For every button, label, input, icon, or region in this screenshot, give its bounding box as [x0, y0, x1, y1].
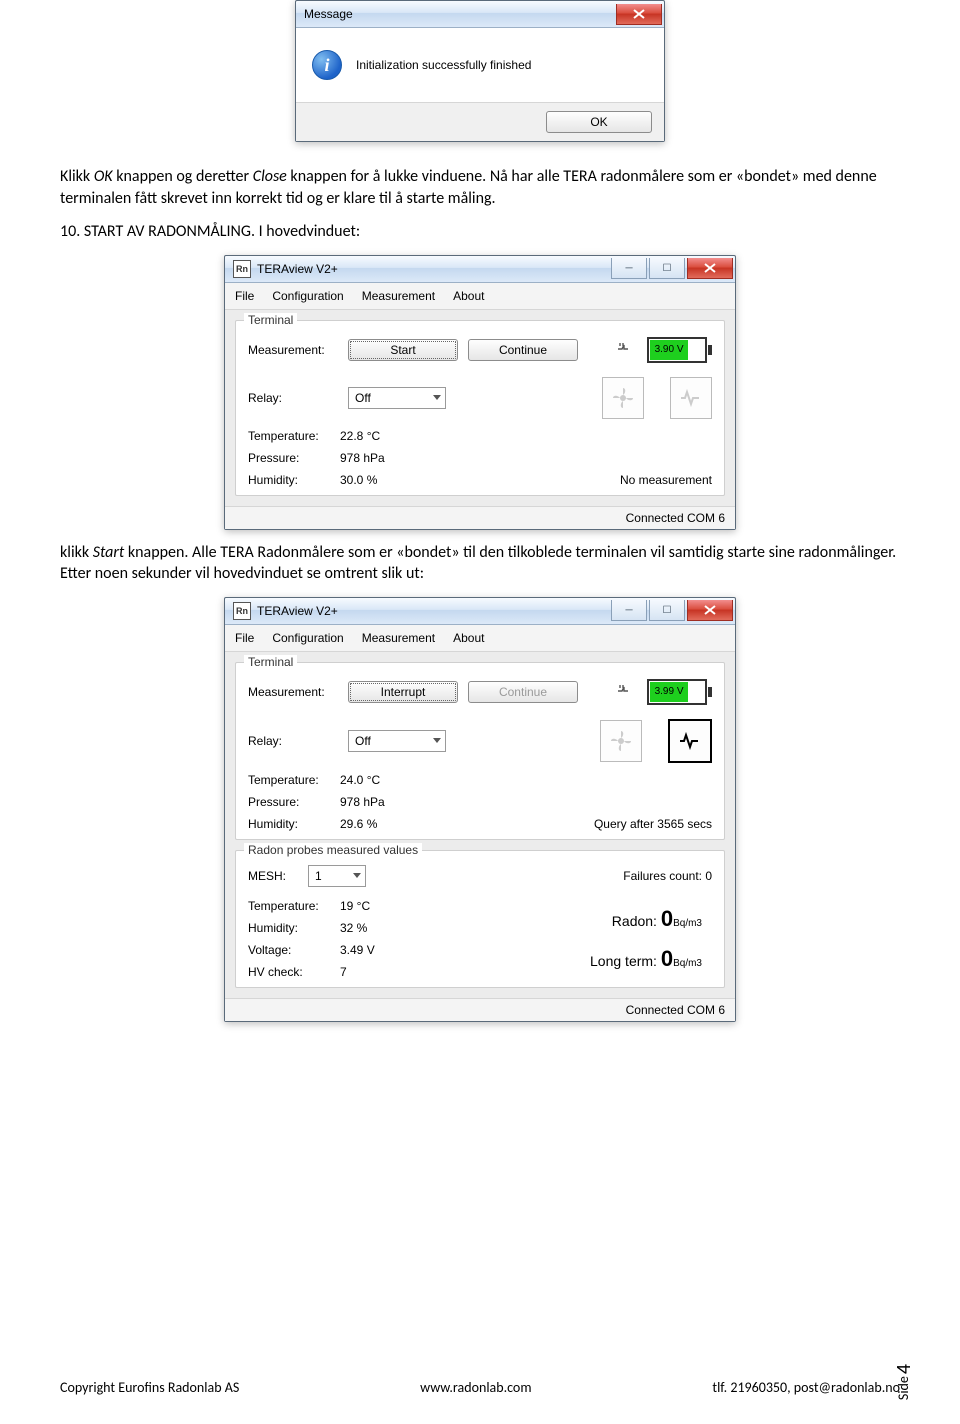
charger-icon: [615, 339, 633, 360]
group-legend-terminal: Terminal: [244, 313, 297, 327]
battery-indicator: 3.99 V: [647, 679, 712, 705]
label-relay: Relay:: [248, 391, 338, 405]
value-humidity: 29.6 %: [340, 817, 385, 831]
ok-button[interactable]: OK: [546, 111, 652, 133]
failures-count: Failures count: 0: [623, 869, 712, 883]
menu-configuration[interactable]: Configuration: [272, 289, 343, 303]
app-icon: Rn: [233, 260, 251, 278]
label-pressure: Pressure:: [248, 451, 340, 465]
label-temperature: Temperature:: [248, 773, 340, 787]
statusbar: Connected COM 6: [225, 506, 735, 529]
charger-icon: [615, 681, 633, 702]
page-footer: Copyright Eurofins Radonlab AS www.radon…: [60, 1379, 900, 1396]
footer-contact: tlf. 21960350, post@radonlab.no: [712, 1379, 900, 1396]
pulse-icon: [670, 377, 712, 419]
value-probe-hv: 7: [340, 965, 375, 979]
window-title: TERAview V2+: [257, 262, 338, 276]
teraview-window-1: Rn TERAview V2+ ─ ☐ File Configuration M…: [224, 255, 736, 530]
label-voltage: Voltage:: [248, 943, 340, 957]
value-probe-temp: 19 °C: [340, 899, 375, 913]
label-mesh: MESH:: [248, 869, 308, 883]
info-icon: i: [312, 50, 342, 80]
paragraph: 10. START AV RADONMÅLING. I hovedvinduet…: [60, 221, 900, 243]
label-measurement: Measurement:: [248, 343, 338, 357]
label-hvcheck: HV check:: [248, 965, 340, 979]
minimize-icon[interactable]: ─: [611, 600, 647, 621]
radon-value: Radon: 0Bq/m3: [612, 906, 702, 932]
paragraph: klikk Start knappen. Alle TERA Radonmåle…: [60, 542, 900, 585]
titlebar[interactable]: Rn TERAview V2+ ─ ☐: [225, 598, 735, 625]
maximize-icon[interactable]: ☐: [649, 258, 685, 279]
menu-about[interactable]: About: [453, 631, 484, 645]
value-probe-volt: 3.49 V: [340, 943, 375, 957]
label-humidity: Humidity:: [248, 473, 340, 487]
label-relay: Relay:: [248, 734, 338, 748]
menu-configuration[interactable]: Configuration: [272, 631, 343, 645]
group-legend-probes: Radon probes measured values: [244, 843, 422, 857]
message-dialog: Message i Initialization successfully fi…: [295, 0, 665, 142]
status-no-measurement: No measurement: [620, 473, 712, 487]
label-pressure: Pressure:: [248, 795, 340, 809]
value-humidity: 30.0 %: [340, 473, 385, 487]
dialog-title: Message: [304, 7, 353, 21]
close-icon[interactable]: [687, 258, 733, 279]
continue-button: Continue: [468, 681, 578, 703]
teraview-window-2: Rn TERAview V2+ ─ ☐ File Configuration M…: [224, 597, 736, 1022]
titlebar[interactable]: Rn TERAview V2+ ─ ☐: [225, 256, 735, 283]
mesh-select[interactable]: 1: [308, 865, 366, 887]
relay-select[interactable]: Off: [348, 730, 446, 752]
footer-copyright: Copyright Eurofins Radonlab AS: [60, 1379, 239, 1396]
label-measurement: Measurement:: [248, 685, 338, 699]
chevron-down-icon: [433, 738, 441, 743]
menubar: File Configuration Measurement About: [225, 283, 735, 310]
longterm-value: Long term: 0Bq/m3: [590, 946, 702, 972]
maximize-icon[interactable]: ☐: [649, 600, 685, 621]
pulse-icon: [668, 719, 712, 763]
chevron-down-icon: [433, 395, 441, 400]
value-temperature: 22.8 °C: [340, 429, 385, 443]
menu-file[interactable]: File: [235, 289, 254, 303]
close-icon[interactable]: [687, 600, 733, 621]
menu-measurement[interactable]: Measurement: [362, 289, 435, 303]
start-button[interactable]: Start: [348, 339, 458, 361]
label-temperature: Temperature:: [248, 429, 340, 443]
chevron-down-icon: [353, 873, 361, 878]
menu-measurement[interactable]: Measurement: [362, 631, 435, 645]
continue-button[interactable]: Continue: [468, 339, 578, 361]
menu-about[interactable]: About: [453, 289, 484, 303]
group-legend-terminal: Terminal: [244, 655, 297, 669]
value-temperature: 24.0 °C: [340, 773, 385, 787]
statusbar: Connected COM 6: [225, 998, 735, 1021]
minimize-icon[interactable]: ─: [611, 258, 647, 279]
paragraph: Klikk OK knappen og deretter Close knapp…: [60, 166, 900, 209]
label-temperature: Temperature:: [248, 899, 340, 913]
app-icon: Rn: [233, 602, 251, 620]
fan-icon: [600, 720, 642, 762]
menubar: File Configuration Measurement About: [225, 625, 735, 652]
close-icon[interactable]: [616, 4, 662, 25]
footer-web: www.radonlab.com: [420, 1379, 531, 1396]
label-humidity: Humidity:: [248, 817, 340, 831]
status-query-after: Query after 3565 secs: [594, 817, 712, 831]
menu-file[interactable]: File: [235, 631, 254, 645]
relay-select[interactable]: Off: [348, 387, 446, 409]
value-pressure: 978 hPa: [340, 795, 385, 809]
interrupt-button[interactable]: Interrupt: [348, 681, 458, 703]
value-probe-hum: 32 %: [340, 921, 375, 935]
value-pressure: 978 hPa: [340, 451, 385, 465]
fan-icon: [602, 377, 644, 419]
dialog-message: Initialization successfully finished: [356, 58, 531, 72]
battery-indicator: 3.90 V: [647, 337, 712, 363]
window-title: TERAview V2+: [257, 604, 338, 618]
titlebar[interactable]: Message: [296, 1, 664, 28]
label-humidity: Humidity:: [248, 921, 340, 935]
